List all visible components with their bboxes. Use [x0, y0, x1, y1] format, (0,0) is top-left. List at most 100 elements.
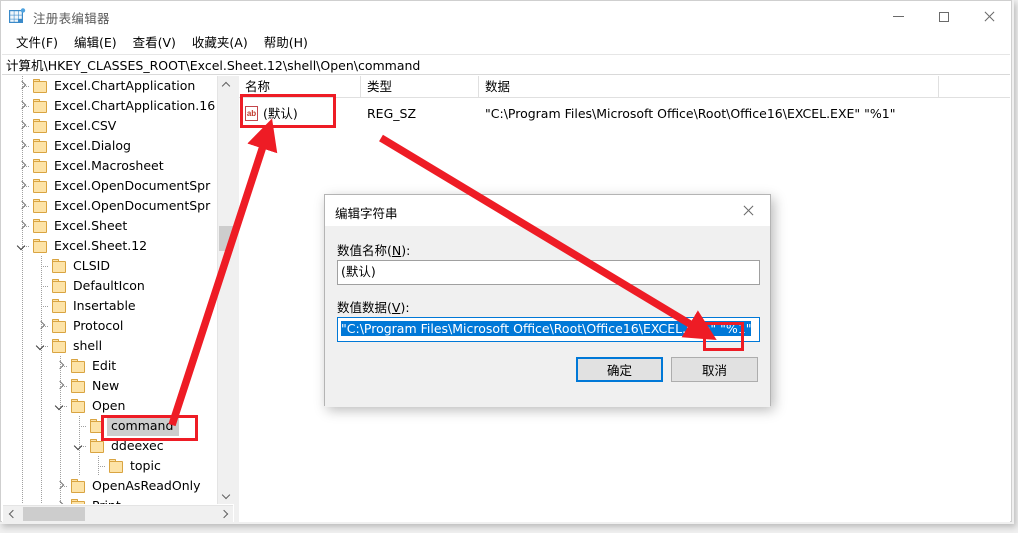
tree-item-excel-sheet[interactable]: Excel.Sheet [2, 216, 217, 236]
chevron-right-icon[interactable] [16, 80, 28, 92]
chevron-right-icon[interactable] [16, 140, 28, 152]
chevron-right-icon[interactable] [16, 100, 28, 112]
tree-horizontal-scrollbar[interactable] [3, 505, 233, 522]
chevron-down-icon[interactable] [54, 400, 66, 412]
window-title: 注册表编辑器 [33, 11, 110, 26]
chevron-right-icon[interactable] [54, 500, 66, 504]
chevron-right-icon[interactable] [16, 160, 28, 172]
tree-vertical-scrollbar[interactable] [217, 76, 234, 504]
tree-item-protocol[interactable]: Protocol [2, 316, 217, 336]
address-bar[interactable]: 计算机\HKEY_CLASSES_ROOT\Excel.Sheet.12\she… [2, 54, 1010, 75]
close-button[interactable] [966, 1, 1011, 32]
chevron-right-icon[interactable] [54, 480, 66, 492]
tree-item-excel-chartapplication-16[interactable]: Excel.ChartApplication.16 [2, 96, 217, 116]
value-name-label: 数值名称(N): [337, 243, 411, 258]
tree-item-command[interactable]: command [2, 416, 217, 436]
horizontal-scrollbar-thumb[interactable] [23, 507, 85, 521]
tree-item-insertable[interactable]: Insertable [2, 296, 217, 316]
tree-item-excel-opendocumentspr[interactable]: Excel.OpenDocumentSpr [2, 176, 217, 196]
tree-item-defaulticon[interactable]: DefaultIcon [2, 276, 217, 296]
titlebar: 注册表编辑器 [1, 1, 1011, 32]
tree-item-excel-dialog[interactable]: Excel.Dialog [2, 136, 217, 156]
registry-editor-screen: 注册表编辑器 文件(F) 编辑(E) 查看(V) 收藏夹(A) 帮助(H) 计算… [0, 0, 1018, 533]
chevron-right-icon[interactable] [16, 200, 28, 212]
menu-favorites[interactable]: 收藏夹(A) [184, 34, 256, 52]
tree-guide-line [22, 456, 23, 476]
scroll-up-button[interactable] [218, 76, 234, 93]
menu-view[interactable]: 查看(V) [125, 34, 184, 52]
menubar: 文件(F) 编辑(E) 查看(V) 收藏夹(A) 帮助(H) [1, 32, 1011, 53]
ok-button[interactable]: 确定 [576, 357, 663, 382]
tree-item-new[interactable]: New [2, 376, 217, 396]
dialog-body: 数值名称(N): (默认) 数值数据(V): "C:\Program Files… [325, 226, 770, 407]
chevron-down-icon[interactable] [73, 440, 85, 452]
table-row[interactable]: ab (默认) REG_SZ "C:\Program Files\Microso… [239, 103, 1010, 124]
chevron-right-icon[interactable] [35, 320, 47, 332]
tree-item-excel-sheet-12[interactable]: Excel.Sheet.12 [2, 236, 217, 256]
tree-guide-line [22, 256, 23, 276]
tree-item-clsid[interactable]: CLSID [2, 256, 217, 276]
tree-item-label: DefaultIcon [73, 278, 145, 293]
registry-tree-pane: Excel.ChartApplication Excel.ChartApplica… [2, 76, 234, 522]
folder-icon [52, 319, 67, 334]
value-data-input[interactable]: "C:\Program Files\Microsoft Office\Root\… [337, 317, 760, 342]
close-icon [983, 11, 994, 22]
tree-item-excel-csv[interactable]: Excel.CSV [2, 116, 217, 136]
menu-help[interactable]: 帮助(H) [256, 34, 316, 52]
registry-tree[interactable]: Excel.ChartApplication Excel.ChartApplica… [2, 76, 217, 504]
folder-icon [90, 439, 105, 454]
menu-edit[interactable]: 编辑(E) [66, 34, 125, 52]
tree-item-label: CLSID [73, 258, 110, 273]
dialog-close-button[interactable] [725, 195, 770, 226]
tree-guide-line [60, 456, 61, 476]
chevron-up-icon [221, 81, 231, 90]
tree-item-excel-macrosheet[interactable]: Excel.Macrosheet [2, 156, 217, 176]
scroll-down-button[interactable] [218, 487, 234, 504]
folder-icon [52, 339, 67, 354]
registry-editor-icon [9, 8, 26, 23]
chevron-right-icon[interactable] [16, 220, 28, 232]
column-header-name[interactable]: 名称 [239, 76, 361, 97]
tree-item-topic[interactable]: topic [2, 456, 217, 476]
tree-item-label: Edit [92, 358, 117, 373]
chevron-down-icon[interactable] [16, 240, 28, 252]
scroll-right-button[interactable] [216, 506, 233, 522]
tree-item-excel-opendocumentspr[interactable]: Excel.OpenDocumentSpr [2, 196, 217, 216]
chevron-right-icon[interactable] [16, 120, 28, 132]
folder-icon [90, 419, 105, 434]
tree-guide-line [41, 396, 42, 416]
tree-item-excel-chartapplication[interactable]: Excel.ChartApplication [2, 76, 217, 96]
tree-item-label: Excel.Dialog [54, 138, 131, 153]
value-name-input[interactable]: (默认) [337, 260, 760, 285]
column-header-type[interactable]: 类型 [361, 76, 479, 97]
tree-item-ddeexec[interactable]: ddeexec [2, 436, 217, 456]
column-header-data[interactable]: 数据 [479, 76, 939, 97]
tree-item-shell[interactable]: shell [2, 336, 217, 356]
folder-icon [52, 299, 67, 314]
tree-item-edit[interactable]: Edit [2, 356, 217, 376]
scroll-left-button[interactable] [3, 506, 20, 522]
tree-item-label: Open [92, 398, 126, 413]
menu-file[interactable]: 文件(F) [8, 34, 66, 52]
chevron-right-icon[interactable] [54, 360, 66, 372]
chevron-right-icon [219, 509, 228, 519]
minimize-button[interactable] [876, 1, 921, 32]
maximize-icon [938, 11, 949, 22]
cancel-button[interactable]: 取消 [671, 357, 758, 382]
vertical-scrollbar-thumb[interactable] [219, 226, 233, 251]
tree-item-open[interactable]: Open [2, 396, 217, 416]
tree-guide-line [22, 276, 23, 296]
tree-guide-line [60, 436, 61, 456]
folder-icon [33, 119, 48, 134]
maximize-button[interactable] [921, 1, 966, 32]
tree-item-print[interactable]: Print [2, 496, 217, 504]
tree-item-label: ddeexec [111, 438, 164, 453]
chevron-down-icon[interactable] [35, 340, 47, 352]
tree-guide-line [79, 456, 80, 476]
chevron-right-icon[interactable] [54, 380, 66, 392]
folder-icon [71, 379, 86, 394]
tree-guide-line [22, 476, 23, 496]
tree-guide-line [22, 436, 23, 456]
chevron-right-icon[interactable] [16, 180, 28, 192]
tree-item-openasreadonly[interactable]: OpenAsReadOnly [2, 476, 217, 496]
